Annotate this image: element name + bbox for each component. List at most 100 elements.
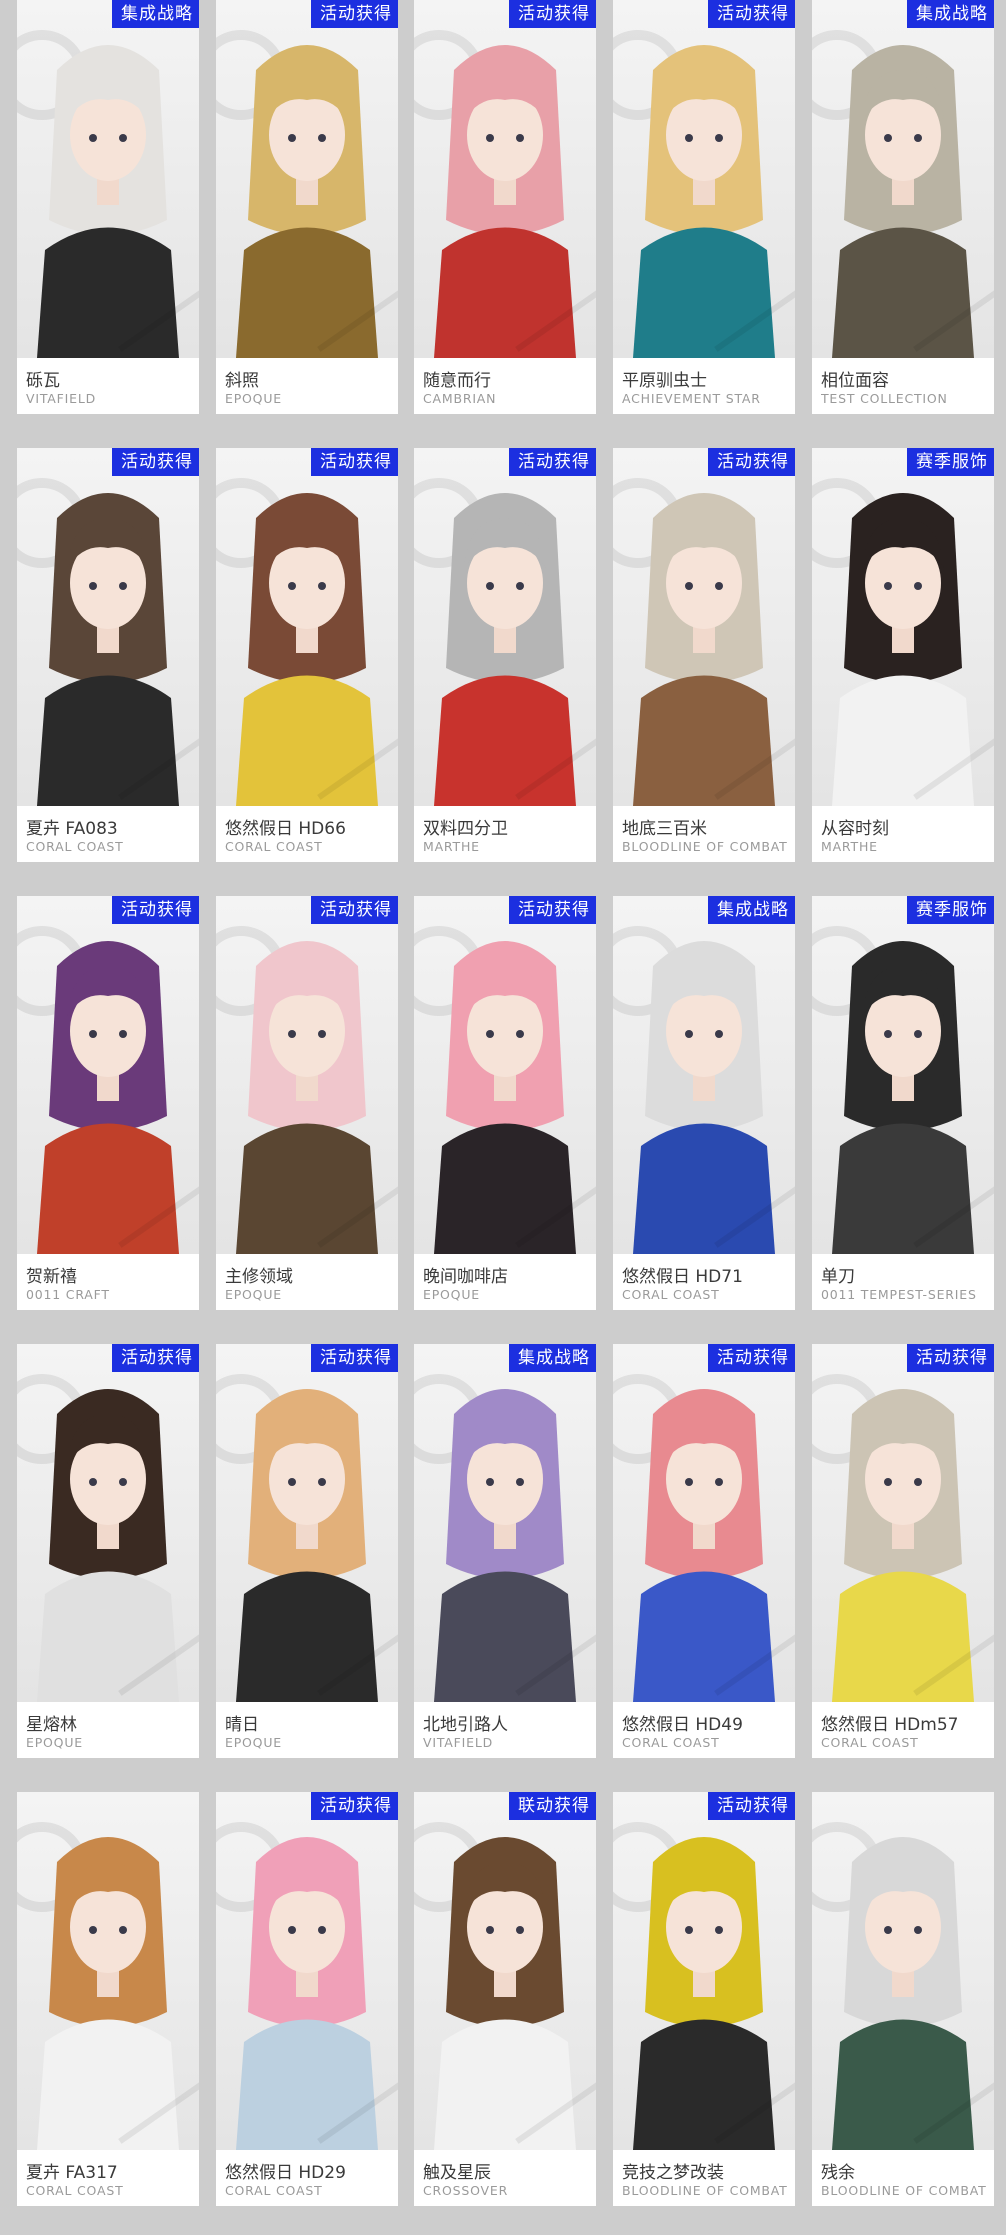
outfit-card-15[interactable]: 赛季服饰 单刀 0011 TEMPEST-SERIES bbox=[812, 896, 994, 1310]
outfit-grid: 集成战略 砾瓦 VITAFIELD 活动获得 斜照 EPOQUE 活动获得 随意… bbox=[0, 0, 1006, 2235]
outfit-card-6[interactable]: 活动获得 夏卉 FA083 CORAL COAST bbox=[17, 448, 199, 862]
source-badge: 赛季服饰 bbox=[907, 448, 994, 476]
outfit-caption: 平原驯虫士 ACHIEVEMENT STAR bbox=[613, 358, 795, 414]
outfit-caption: 悠然假日 HD49 CORAL COAST bbox=[613, 1702, 795, 1758]
outfit-card-4[interactable]: 活动获得 平原驯虫士 ACHIEVEMENT STAR bbox=[613, 0, 795, 414]
outfit-card-1[interactable]: 集成战略 砾瓦 VITAFIELD bbox=[17, 0, 199, 414]
outfit-card-9[interactable]: 活动获得 地底三百米 BLOODLINE OF COMBAT bbox=[613, 448, 795, 862]
outfit-brand: EPOQUE bbox=[225, 1735, 282, 1750]
outfit-caption: 悠然假日 HDm57 CORAL COAST bbox=[812, 1702, 994, 1758]
outfit-caption: 贺新禧 0011 CRAFT bbox=[17, 1254, 199, 1310]
outfit-caption: 地底三百米 BLOODLINE OF COMBAT bbox=[613, 806, 795, 862]
outfit-caption: 悠然假日 HD29 CORAL COAST bbox=[216, 2150, 398, 2206]
source-badge: 活动获得 bbox=[311, 1792, 398, 1820]
outfit-brand: CORAL COAST bbox=[225, 2183, 323, 2198]
source-badge: 活动获得 bbox=[112, 896, 199, 924]
outfit-brand: BLOODLINE OF COMBAT bbox=[622, 839, 788, 854]
source-badge: 活动获得 bbox=[509, 448, 596, 476]
outfit-card-14[interactable]: 集成战略 悠然假日 HD71 CORAL COAST bbox=[613, 896, 795, 1310]
outfit-name: 悠然假日 HD29 bbox=[225, 2163, 346, 2183]
outfit-caption: 斜照 EPOQUE bbox=[216, 358, 398, 414]
outfit-card-22[interactable]: 活动获得 悠然假日 HD29 CORAL COAST bbox=[216, 1792, 398, 2206]
character-portrait-icon bbox=[434, 493, 576, 806]
outfit-caption: 相位面容 TEST COLLECTION bbox=[812, 358, 994, 414]
outfit-card-19[interactable]: 活动获得 悠然假日 HD49 CORAL COAST bbox=[613, 1344, 795, 1758]
outfit-art: 活动获得 bbox=[613, 1344, 795, 1702]
outfit-name: 双料四分卫 bbox=[423, 819, 508, 839]
outfit-art: 活动获得 bbox=[812, 1344, 994, 1702]
outfit-art bbox=[812, 1792, 994, 2150]
source-badge: 集成战略 bbox=[509, 1344, 596, 1372]
outfit-art: 集成战略 bbox=[17, 0, 199, 358]
outfit-brand: ACHIEVEMENT STAR bbox=[622, 391, 761, 406]
outfit-card-17[interactable]: 活动获得 晴日 EPOQUE bbox=[216, 1344, 398, 1758]
character-portrait-icon bbox=[633, 941, 775, 1254]
outfit-name: 平原驯虫士 bbox=[622, 371, 707, 391]
outfit-card-12[interactable]: 活动获得 主修领域 EPOQUE bbox=[216, 896, 398, 1310]
outfit-caption: 晚间咖啡店 EPOQUE bbox=[414, 1254, 596, 1310]
outfit-name: 随意而行 bbox=[423, 371, 491, 391]
outfit-name: 夏卉 FA083 bbox=[26, 819, 118, 839]
source-badge: 集成战略 bbox=[708, 896, 795, 924]
character-portrait-icon bbox=[37, 941, 179, 1254]
character-portrait-icon bbox=[832, 941, 974, 1254]
outfit-caption: 双料四分卫 MARTHE bbox=[414, 806, 596, 862]
outfit-caption: 悠然假日 HD66 CORAL COAST bbox=[216, 806, 398, 862]
outfit-brand: VITAFIELD bbox=[423, 1735, 494, 1750]
outfit-caption: 晴日 EPOQUE bbox=[216, 1702, 398, 1758]
character-portrait-icon bbox=[236, 1389, 378, 1702]
source-badge: 联动获得 bbox=[509, 1792, 596, 1820]
outfit-card-5[interactable]: 集成战略 相位面容 TEST COLLECTION bbox=[812, 0, 994, 414]
outfit-art: 赛季服饰 bbox=[812, 896, 994, 1254]
outfit-card-8[interactable]: 活动获得 双料四分卫 MARTHE bbox=[414, 448, 596, 862]
outfit-art: 集成战略 bbox=[812, 0, 994, 358]
outfit-card-20[interactable]: 活动获得 悠然假日 HDm57 CORAL COAST bbox=[812, 1344, 994, 1758]
outfit-name: 单刀 bbox=[821, 1267, 855, 1287]
outfit-name: 斜照 bbox=[225, 371, 259, 391]
outfit-name: 竞技之梦改装 bbox=[622, 2163, 724, 2183]
character-portrait-icon bbox=[37, 45, 179, 358]
outfit-brand: CAMBRIAN bbox=[423, 391, 497, 406]
outfit-caption: 随意而行 CAMBRIAN bbox=[414, 358, 596, 414]
outfit-name: 砾瓦 bbox=[26, 371, 60, 391]
outfit-card-25[interactable]: 残余 BLOODLINE OF COMBAT bbox=[812, 1792, 994, 2206]
character-portrait-icon bbox=[832, 45, 974, 358]
outfit-card-13[interactable]: 活动获得 晚间咖啡店 EPOQUE bbox=[414, 896, 596, 1310]
outfit-caption: 悠然假日 HD71 CORAL COAST bbox=[613, 1254, 795, 1310]
character-portrait-icon bbox=[832, 493, 974, 806]
character-portrait-icon bbox=[236, 493, 378, 806]
outfit-brand: EPOQUE bbox=[423, 1287, 480, 1302]
outfit-name: 触及星辰 bbox=[423, 2163, 491, 2183]
source-badge: 活动获得 bbox=[708, 1792, 795, 1820]
outfit-caption: 北地引路人 VITAFIELD bbox=[414, 1702, 596, 1758]
outfit-name: 相位面容 bbox=[821, 371, 889, 391]
outfit-caption: 残余 BLOODLINE OF COMBAT bbox=[812, 2150, 994, 2206]
outfit-card-18[interactable]: 集成战略 北地引路人 VITAFIELD bbox=[414, 1344, 596, 1758]
outfit-caption: 单刀 0011 TEMPEST-SERIES bbox=[812, 1254, 994, 1310]
source-badge: 活动获得 bbox=[708, 0, 795, 28]
character-portrait-icon bbox=[434, 1389, 576, 1702]
outfit-card-21[interactable]: 夏卉 FA317 CORAL COAST bbox=[17, 1792, 199, 2206]
outfit-brand: BLOODLINE OF COMBAT bbox=[622, 2183, 788, 2198]
outfit-name: 晚间咖啡店 bbox=[423, 1267, 508, 1287]
outfit-card-3[interactable]: 活动获得 随意而行 CAMBRIAN bbox=[414, 0, 596, 414]
source-badge: 活动获得 bbox=[311, 1344, 398, 1372]
outfit-art: 赛季服饰 bbox=[812, 448, 994, 806]
outfit-art: 活动获得 bbox=[414, 448, 596, 806]
outfit-brand: CROSSOVER bbox=[423, 2183, 509, 2198]
outfit-card-7[interactable]: 活动获得 悠然假日 HD66 CORAL COAST bbox=[216, 448, 398, 862]
source-badge: 活动获得 bbox=[112, 1344, 199, 1372]
outfit-name: 悠然假日 HDm57 bbox=[821, 1715, 959, 1735]
outfit-card-11[interactable]: 活动获得 贺新禧 0011 CRAFT bbox=[17, 896, 199, 1310]
outfit-name: 残余 bbox=[821, 2163, 855, 2183]
outfit-card-2[interactable]: 活动获得 斜照 EPOQUE bbox=[216, 0, 398, 414]
outfit-card-16[interactable]: 活动获得 星熔林 EPOQUE bbox=[17, 1344, 199, 1758]
outfit-card-24[interactable]: 活动获得 竞技之梦改装 BLOODLINE OF COMBAT bbox=[613, 1792, 795, 2206]
character-portrait-icon bbox=[633, 1837, 775, 2150]
outfit-brand: 0011 TEMPEST-SERIES bbox=[821, 1287, 977, 1302]
outfit-card-10[interactable]: 赛季服饰 从容时刻 MARTHE bbox=[812, 448, 994, 862]
outfit-name: 晴日 bbox=[225, 1715, 259, 1735]
outfit-caption: 星熔林 EPOQUE bbox=[17, 1702, 199, 1758]
outfit-card-23[interactable]: 联动获得 触及星辰 CROSSOVER bbox=[414, 1792, 596, 2206]
character-portrait-icon bbox=[236, 45, 378, 358]
